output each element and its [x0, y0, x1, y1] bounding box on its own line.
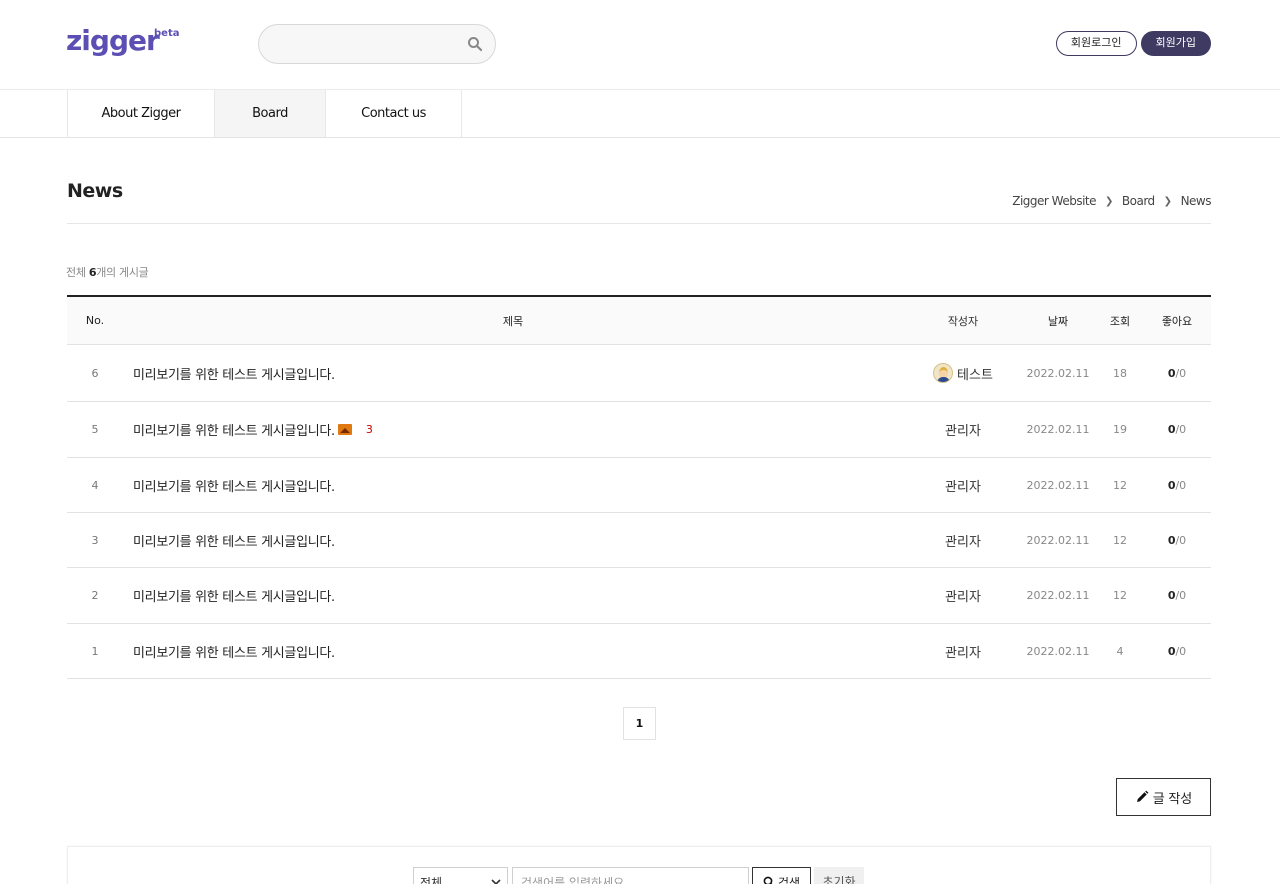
row-date: 2022.02.11 [1026, 423, 1090, 436]
row-subject[interactable]: 미리보기를 위한 테스트 게시글입니다. 3 [133, 402, 913, 457]
row-subject[interactable]: 미리보기를 위한 테스트 게시글입니다. [133, 458, 913, 512]
post-total: 전체 6개의 게시글 [66, 266, 149, 279]
site-logo[interactable]: zigger beta [66, 24, 179, 64]
chevron-down-icon [491, 879, 501, 884]
chevron-right-icon: ❯ [1105, 195, 1113, 207]
header-subject: 제목 [502, 314, 524, 328]
row-subject[interactable]: 미리보기를 위한 테스트 게시글입니다. [133, 345, 913, 401]
breadcrumb-item-home[interactable]: Zigger Website [1012, 194, 1096, 208]
pagination-page-1[interactable]: 1 [623, 707, 656, 740]
row-like: 0/0 [1167, 423, 1187, 436]
row-no: 4 [91, 478, 99, 492]
auth-buttons: 회원로그인 회원가입 [1055, 31, 1211, 56]
logo-text: zigger [66, 24, 160, 57]
table-row[interactable]: 2 미리보기를 위한 테스트 게시글입니다. 관리자 2022.02.11 12… [67, 568, 1211, 624]
nav-item-contact[interactable]: Contact us [326, 90, 462, 137]
breadcrumb-item-board[interactable]: Board [1122, 194, 1155, 208]
breadcrumb: Zigger Website ❯ Board ❯ News [1012, 194, 1211, 208]
header-hit: 조회 [1109, 314, 1131, 328]
row-no: 1 [91, 644, 99, 658]
row-date: 2022.02.11 [1026, 366, 1090, 380]
table-row[interactable]: 4 미리보기를 위한 테스트 게시글입니다. 관리자 2022.02.11 12… [67, 458, 1211, 513]
row-like: 0/0 [1167, 366, 1187, 380]
row-subject[interactable]: 미리보기를 위한 테스트 게시글입니다. [133, 513, 913, 567]
board-search-button[interactable]: 검색 [752, 867, 811, 884]
title-divider [67, 223, 1211, 224]
board-search-input[interactable]: 검색어를 입력하세요 [512, 867, 749, 884]
header-search [258, 24, 496, 64]
header-no: No. [85, 314, 105, 327]
row-hit: 4 [1116, 644, 1124, 658]
avatar [933, 363, 954, 383]
row-like: 0/0 [1167, 478, 1187, 492]
chevron-right-icon: ❯ [1163, 195, 1172, 207]
board-table: No. 제목 작성자 날짜 조회 좋아요 6 미리보기를 위한 테스트 게시글입… [67, 295, 1211, 679]
row-like: 0/0 [1167, 533, 1187, 547]
search-field-select[interactable]: 전체 [413, 867, 508, 884]
row-like: 0/0 [1167, 589, 1187, 602]
logo-beta-badge: beta [154, 28, 180, 39]
row-writer[interactable]: 관리자 [913, 458, 1013, 512]
join-button[interactable]: 회원가입 [1140, 31, 1211, 56]
table-row[interactable]: 3 미리보기를 위한 테스트 게시글입니다. 관리자 2022.02.11 12… [67, 513, 1211, 568]
row-subject[interactable]: 미리보기를 위한 테스트 게시글입니다. [133, 568, 913, 623]
row-like: 0/0 [1167, 644, 1187, 658]
row-date: 2022.02.11 [1026, 644, 1090, 658]
row-writer[interactable]: 관리자 [913, 568, 1013, 623]
search-icon [763, 876, 773, 884]
image-icon [337, 424, 352, 435]
row-hit: 18 [1113, 366, 1127, 380]
table-row[interactable]: 1 미리보기를 위한 테스트 게시글입니다. 관리자 2022.02.11 4 … [67, 624, 1211, 679]
row-no: 6 [91, 366, 99, 380]
table-header: No. 제목 작성자 날짜 조회 좋아요 [67, 297, 1211, 345]
row-hit: 12 [1113, 589, 1127, 602]
main-nav: About Zigger Board Contact us [0, 90, 1280, 138]
pencil-icon [1136, 790, 1149, 802]
row-writer[interactable]: 관리자 [913, 513, 1013, 567]
header-search-input[interactable] [273, 33, 463, 55]
search-icon[interactable] [467, 36, 483, 52]
header-date: 날짜 [1047, 314, 1069, 328]
breadcrumb-item-news[interactable]: News [1181, 194, 1212, 208]
row-date: 2022.02.11 [1026, 478, 1090, 492]
row-writer[interactable]: 관리자 [913, 624, 1013, 678]
table-row[interactable]: 5 미리보기를 위한 테스트 게시글입니다. 3 관리자 2022.02.11 1… [67, 402, 1211, 458]
login-button[interactable]: 회원로그인 [1055, 31, 1137, 56]
row-hit: 12 [1113, 478, 1127, 492]
row-hit: 19 [1113, 423, 1127, 436]
row-date: 2022.02.11 [1026, 589, 1090, 602]
site-header: zigger beta 회원로그인 회원가입 [0, 0, 1280, 90]
row-no: 3 [91, 533, 99, 547]
header-writer: 작성자 [947, 314, 979, 328]
table-row[interactable]: 6 미리보기를 위한 테스트 게시글입니다. 테스트 2022.02.11 18… [67, 345, 1211, 402]
board-search-reset-button[interactable]: 초기화 [814, 867, 864, 884]
page-title: News [67, 180, 123, 202]
row-writer[interactable]: 관리자 [913, 402, 1013, 457]
row-subject[interactable]: 미리보기를 위한 테스트 게시글입니다. [133, 624, 913, 678]
row-date: 2022.02.11 [1026, 533, 1090, 547]
row-no: 2 [91, 589, 99, 602]
write-post-button[interactable]: 글 작성 [1116, 778, 1211, 816]
row-hit: 12 [1113, 533, 1127, 547]
header-like: 좋아요 [1161, 314, 1193, 328]
comment-count: 3 [365, 423, 373, 436]
nav-item-board[interactable]: Board [215, 90, 326, 137]
row-writer[interactable]: 테스트 [913, 345, 1013, 401]
nav-item-about[interactable]: About Zigger [68, 90, 215, 137]
row-no: 5 [91, 423, 99, 436]
